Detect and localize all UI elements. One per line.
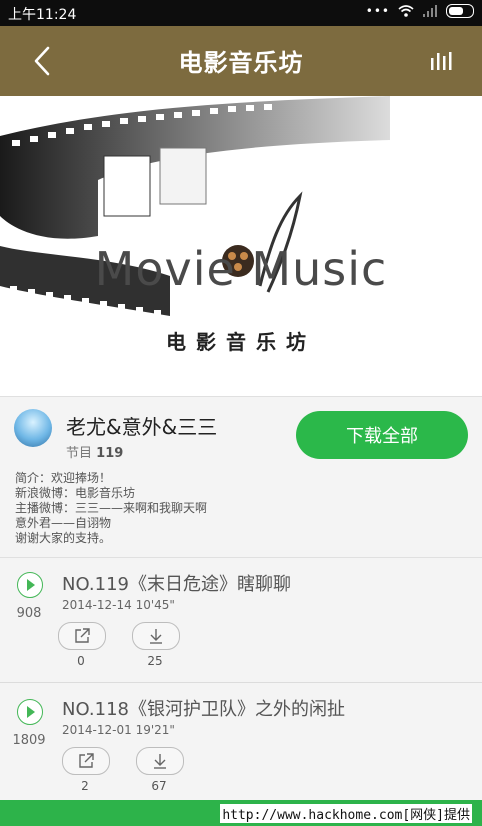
download-button[interactable] bbox=[132, 622, 180, 650]
description-line: 谢谢大家的支持。 bbox=[15, 531, 112, 545]
watermark-text: http://www.hackhome.com[网侠]提供 bbox=[220, 804, 472, 823]
play-icon[interactable] bbox=[17, 572, 43, 598]
play-count: 908 bbox=[16, 606, 42, 621]
episode-duration: 19'21" bbox=[135, 723, 175, 737]
episode-duration: 10'45" bbox=[135, 598, 175, 612]
play-count: 1809 bbox=[12, 733, 46, 748]
episode-item[interactable]: 908 NO.119《末日危途》瞎聊聊 2014-12-14 10'45" 0 … bbox=[0, 558, 482, 682]
download-button[interactable] bbox=[136, 747, 184, 775]
battery-icon bbox=[446, 4, 474, 18]
download-count: 25 bbox=[147, 654, 163, 668]
author-name[interactable]: 老尤&意外&三三 bbox=[66, 411, 217, 440]
app-header: 电影音乐坊 bbox=[0, 26, 482, 96]
episode-list: 908 NO.119《末日危途》瞎聊聊 2014-12-14 10'45" 0 … bbox=[0, 557, 482, 801]
program-description: 简介：欢迎捧场！ 新浪微博：电影音乐坊 主播微博：三三——来啊和我聊天啊 意外君… bbox=[15, 471, 207, 546]
share-count: 2 bbox=[81, 779, 89, 793]
wifi-icon bbox=[398, 5, 414, 17]
play-icon[interactable] bbox=[17, 699, 43, 725]
author-avatar[interactable] bbox=[14, 409, 52, 447]
banner-subtitle: 电影音乐坊 bbox=[166, 330, 316, 354]
share-icon bbox=[79, 753, 94, 768]
download-count: 67 bbox=[151, 779, 167, 793]
more-dots-icon: ••• bbox=[365, 4, 390, 18]
status-icons: ••• bbox=[366, 4, 474, 18]
episode-count: 节目 119 bbox=[66, 442, 123, 461]
bottom-bar: http://www.hackhome.com[网侠]提供 bbox=[0, 800, 482, 826]
status-bar: 上午11:24 ••• bbox=[0, 0, 482, 26]
description-line: 意外君——自诩物 bbox=[15, 516, 112, 530]
program-info: 老尤&意外&三三 节目 119 下载全部 简介：欢迎捧场！ 新浪微博：电影音乐坊… bbox=[0, 396, 482, 557]
download-all-button[interactable]: 下载全部 bbox=[296, 411, 468, 459]
description-line: 新浪微博：电影音乐坊 bbox=[15, 486, 136, 500]
now-playing-equalizer-icon[interactable] bbox=[430, 50, 454, 70]
episode-title[interactable]: NO.118《银河护卫队》之外的闲扯 bbox=[62, 695, 345, 721]
share-icon bbox=[75, 628, 90, 643]
download-icon bbox=[150, 629, 162, 644]
description-line: 简介：欢迎捧场！ bbox=[15, 471, 112, 485]
episode-count-value: 119 bbox=[96, 446, 124, 461]
share-button[interactable] bbox=[62, 747, 110, 775]
episode-date: 2014-12-01 bbox=[62, 723, 132, 737]
episode-title[interactable]: NO.119《末日危途》瞎聊聊 bbox=[62, 570, 291, 596]
signal-icon bbox=[423, 5, 437, 17]
episode-meta: 2014-12-01 19'21" bbox=[62, 723, 175, 737]
episode-count-label: 节目 bbox=[66, 446, 93, 461]
share-button[interactable] bbox=[58, 622, 106, 650]
episode-meta: 2014-12-14 10'45" bbox=[62, 598, 175, 612]
status-time: 上午11:24 bbox=[8, 7, 77, 23]
banner-logo-text: Movie Music bbox=[94, 242, 388, 296]
page-title: 电影音乐坊 bbox=[178, 49, 304, 77]
description-line: 主播微博：三三——来啊和我聊天啊 bbox=[15, 501, 208, 515]
episode-date: 2014-12-14 bbox=[62, 598, 132, 612]
episode-item[interactable]: 1809 NO.118《银河护卫队》之外的闲扯 2014-12-01 19'21… bbox=[0, 682, 482, 807]
program-banner: Movie Music 电影音乐坊 bbox=[0, 96, 482, 396]
download-icon bbox=[154, 754, 166, 769]
share-count: 0 bbox=[77, 654, 85, 668]
